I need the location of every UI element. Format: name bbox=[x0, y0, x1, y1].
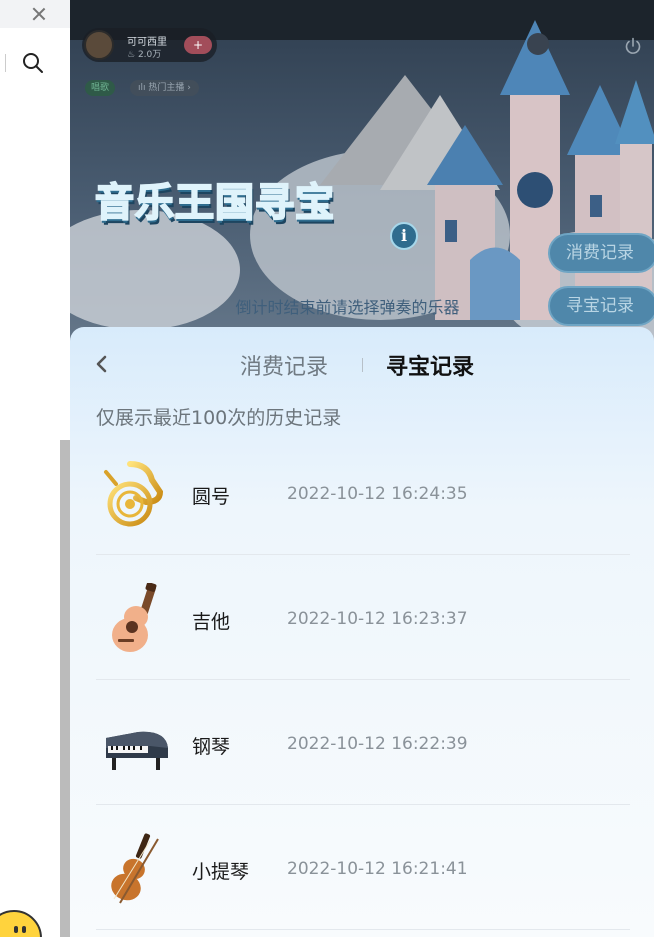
browser-side-panel bbox=[0, 0, 70, 937]
french-horn-icon bbox=[104, 461, 164, 527]
power-icon[interactable] bbox=[624, 37, 642, 55]
guitar-icon bbox=[112, 583, 157, 652]
hot-streamer-link[interactable]: ılı 热门主播 › bbox=[130, 80, 199, 96]
category-tag[interactable]: 唱歌 bbox=[85, 80, 116, 96]
list-item: 圆号 2022-10-12 16:24:35 bbox=[96, 430, 630, 555]
list-item: 吉他 2022-10-12 16:23:37 bbox=[96, 555, 630, 680]
hot-streamer-label: 热门主播 › bbox=[148, 83, 191, 93]
record-instrument-name: 小提琴 bbox=[192, 861, 250, 883]
piano-icon bbox=[106, 731, 168, 770]
toolbar-divider bbox=[5, 54, 6, 72]
castle-illustration bbox=[427, 20, 654, 320]
record-time: 2022-10-12 16:22:39 bbox=[287, 734, 468, 754]
info-icon[interactable]: i bbox=[390, 222, 418, 250]
streamer-heat-value: 2.0万 bbox=[137, 50, 162, 60]
close-icon[interactable] bbox=[30, 5, 48, 23]
streamer-name: 可可西里 bbox=[127, 37, 167, 48]
record-instrument-name: 吉他 bbox=[192, 611, 231, 633]
avatar[interactable] bbox=[84, 30, 114, 60]
emoji-face-icon bbox=[0, 910, 42, 937]
record-time: 2022-10-12 16:24:35 bbox=[287, 484, 468, 504]
hot-rank-icon: ılı bbox=[138, 83, 149, 93]
game-title-logo: 音乐王国寻宝 bbox=[94, 180, 336, 227]
history-note: 仅展示最近100次的历史记录 bbox=[96, 407, 342, 429]
list-item: 小提琴 2022-10-12 16:21:41 bbox=[96, 805, 630, 930]
row-divider bbox=[96, 929, 630, 930]
record-instrument-name: 圆号 bbox=[192, 486, 231, 508]
tab-treasure-record[interactable]: 寻宝记录 bbox=[386, 349, 474, 381]
flame-icon: ♨ bbox=[127, 50, 136, 60]
tab-consumption-record[interactable]: 消费记录 bbox=[240, 349, 328, 381]
follow-button[interactable]: + bbox=[184, 36, 212, 54]
list-item: 钢琴 2022-10-12 16:22:39 bbox=[96, 680, 630, 805]
record-sheet: 消费记录 寻宝记录 仅展示最近100次的历史记录 圆号 2022-10-12 1… bbox=[70, 327, 654, 937]
record-time: 2022-10-12 16:21:41 bbox=[287, 859, 468, 879]
tab-divider bbox=[362, 358, 363, 372]
consumption-record-button[interactable]: 消费记录 bbox=[548, 233, 654, 273]
back-chevron-icon[interactable] bbox=[92, 353, 114, 375]
gift-icon[interactable] bbox=[527, 33, 549, 55]
countdown-prompt: 倒计时结束前请选择弹奏的乐器 bbox=[235, 298, 460, 317]
streamer-pill[interactable]: 可可西里 ♨ 2.0万 + bbox=[82, 28, 217, 62]
search-icon[interactable] bbox=[22, 52, 44, 74]
scrollbar[interactable] bbox=[60, 440, 70, 937]
side-panel-header bbox=[0, 0, 70, 28]
violin-icon bbox=[111, 833, 159, 904]
record-time: 2022-10-12 16:23:37 bbox=[287, 609, 468, 629]
record-instrument-name: 钢琴 bbox=[192, 736, 231, 758]
streamer-heat: ♨ 2.0万 bbox=[127, 47, 161, 60]
